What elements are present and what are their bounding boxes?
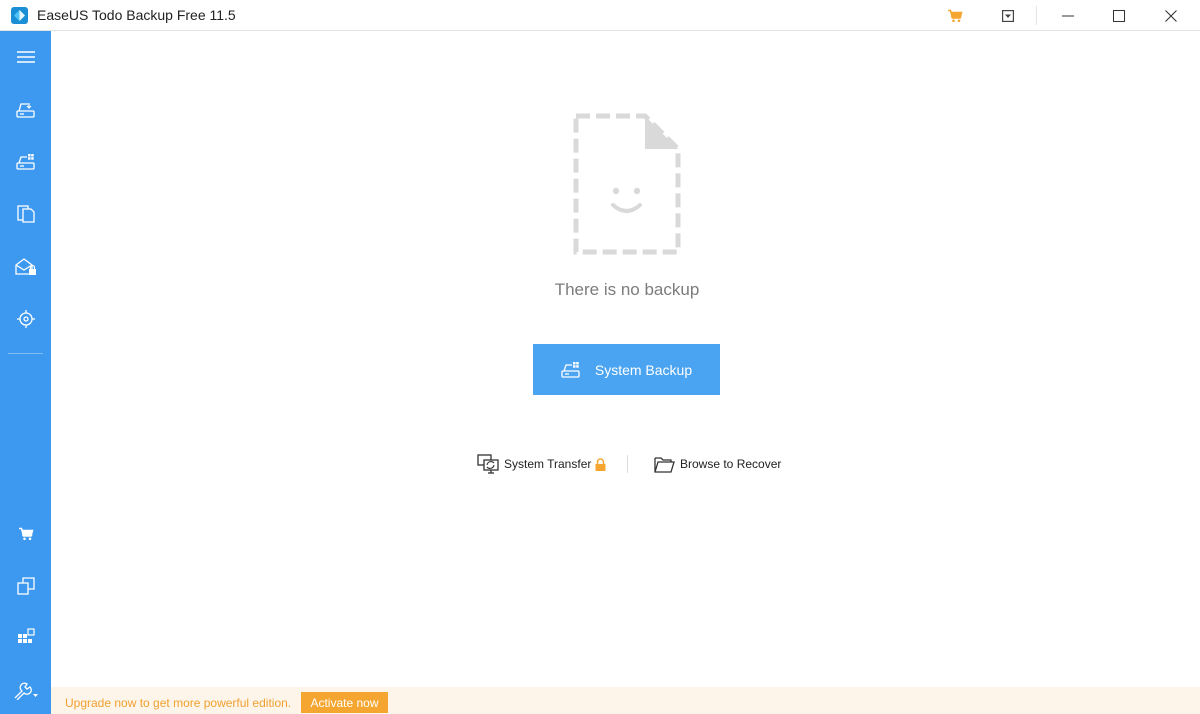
- sidebar-item-smart-backup[interactable]: [0, 299, 51, 339]
- maximize-button[interactable]: [1099, 0, 1139, 31]
- empty-document-icon: [573, 113, 681, 255]
- activate-now-button[interactable]: Activate now: [301, 692, 388, 713]
- cart-icon: [18, 527, 33, 541]
- system-transfer-link[interactable]: System Transfer: [477, 452, 606, 476]
- sidebar-item-apps[interactable]: [0, 617, 51, 657]
- cart-icon: [948, 9, 963, 22]
- sidebar-item-mail-backup[interactable]: [0, 247, 51, 287]
- main-content: There is no backup System Backup System …: [51, 31, 1200, 687]
- browse-to-recover-label: Browse to Recover: [680, 457, 782, 471]
- sidebar-item-disk-backup[interactable]: [0, 90, 51, 130]
- upgrade-message: Upgrade now to get more powerful edition…: [65, 696, 292, 710]
- system-backup-label: System Backup: [594, 361, 693, 378]
- options-menu-button[interactable]: [993, 0, 1023, 31]
- sidebar-divider: [8, 353, 43, 354]
- sidebar-item-tools[interactable]: [0, 671, 51, 711]
- close-button[interactable]: [1150, 0, 1192, 31]
- sidebar-menu-toggle[interactable]: [0, 37, 51, 77]
- sidebar-item-clone[interactable]: [0, 566, 51, 606]
- title-bar: EaseUS Todo Backup Free 11.5: [0, 0, 1200, 31]
- close-icon: [1165, 9, 1177, 22]
- titlebar-separator: [1036, 6, 1037, 25]
- app-logo-icon: [11, 7, 28, 24]
- system-backup-button[interactable]: System Backup: [533, 344, 720, 395]
- sidebar: [0, 31, 51, 714]
- smart-backup-icon: [16, 310, 35, 328]
- clone-icon: [16, 577, 35, 595]
- sidebar-item-store[interactable]: [0, 514, 51, 554]
- links-separator: [627, 455, 628, 473]
- folder-icon: [654, 456, 675, 473]
- upgrade-bar: Upgrade now to get more powerful edition…: [51, 687, 1200, 714]
- system-backup-icon: [561, 361, 581, 379]
- sidebar-item-system-backup[interactable]: [0, 142, 51, 182]
- system-backup-icon: [15, 154, 35, 170]
- minimize-icon: [1062, 15, 1074, 16]
- store-button[interactable]: [940, 0, 970, 31]
- hamburger-icon: [16, 51, 35, 63]
- lock-icon: [595, 457, 606, 471]
- minimize-button[interactable]: [1048, 0, 1088, 31]
- sidebar-item-file-backup[interactable]: [0, 194, 51, 234]
- empty-state-message: There is no backup: [554, 280, 700, 299]
- disk-backup-icon: [15, 103, 35, 118]
- system-transfer-label: System Transfer: [504, 457, 592, 471]
- file-backup-icon: [16, 205, 35, 223]
- maximize-icon: [1113, 9, 1125, 22]
- dropdown-menu-icon: [1002, 9, 1014, 22]
- system-transfer-icon: [477, 454, 499, 474]
- browse-to-recover-link[interactable]: Browse to Recover: [654, 452, 781, 476]
- apps-icon: [17, 628, 35, 643]
- window-title: EaseUS Todo Backup Free 11.5: [37, 7, 236, 23]
- wrench-icon: [14, 682, 38, 700]
- mail-backup-icon: [14, 258, 36, 275]
